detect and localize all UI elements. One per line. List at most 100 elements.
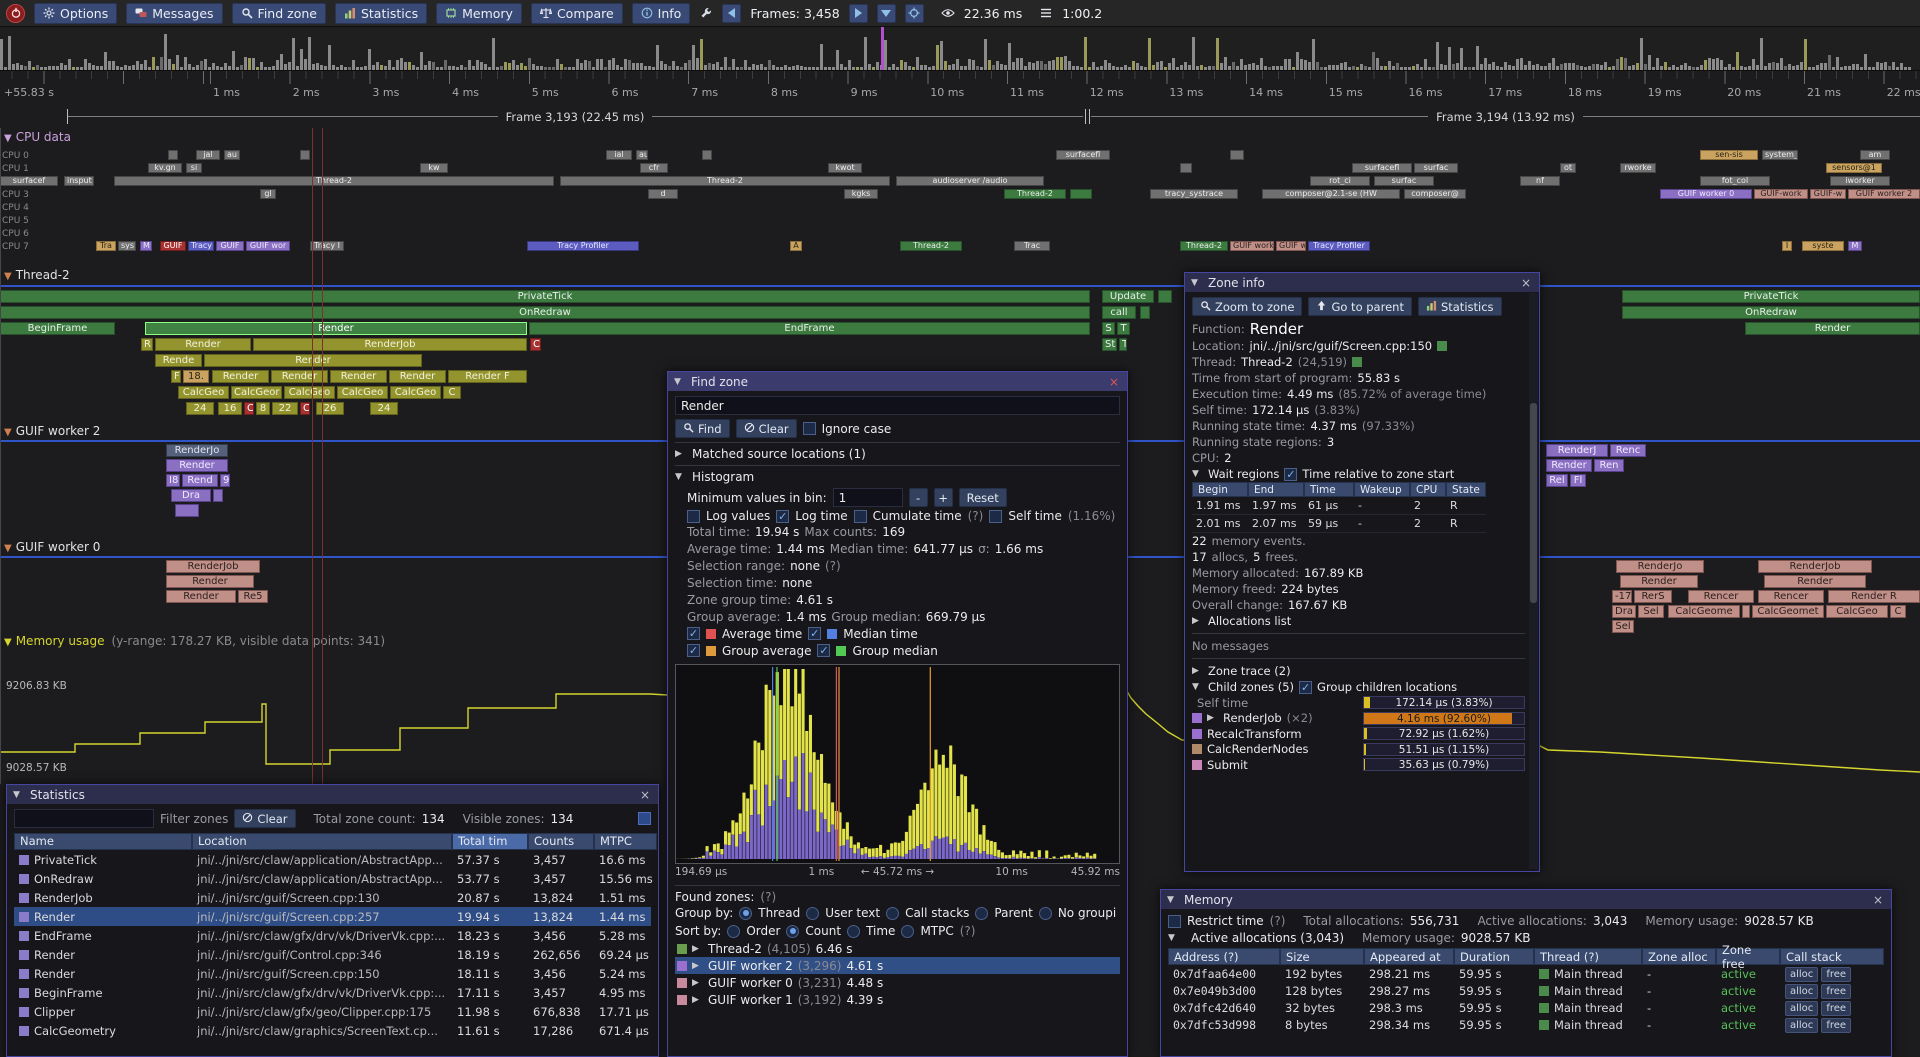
timeline-zone[interactable]: au bbox=[636, 150, 648, 160]
timeline-zone[interactable]: jal bbox=[196, 150, 220, 160]
collapse-icon[interactable]: ▼ bbox=[4, 637, 12, 648]
thread-header-2[interactable]: ▼GUIF worker 0 bbox=[4, 540, 100, 554]
timeline-zone[interactable]: GUIF worker 0 bbox=[1660, 189, 1752, 199]
timeline-zone[interactable] bbox=[1158, 290, 1172, 303]
timeline-zone[interactable]: d bbox=[648, 189, 678, 199]
child-zone-row[interactable]: Self time172.14 µs (3.83%) bbox=[1192, 695, 1525, 711]
memory-column-appeared-at[interactable]: Appeared at bbox=[1364, 948, 1454, 965]
sort-by-radio-count[interactable] bbox=[786, 925, 799, 938]
timeline-zone[interactable]: Render bbox=[145, 322, 527, 335]
timeline-zone[interactable]: RerS bbox=[1634, 590, 1672, 603]
table-row[interactable]: Renderjni/../jni/src/guif/Control.cpp:34… bbox=[14, 945, 651, 964]
timeline-zone[interactable]: Render bbox=[389, 370, 446, 383]
memory-column-zone-alloc[interactable]: Zone alloc bbox=[1642, 948, 1716, 965]
zone-group-row[interactable]: ▶Thread-2(4,105)6.46 s bbox=[675, 940, 1120, 957]
timeline-zone[interactable]: sen-sis bbox=[1700, 150, 1758, 160]
collapse-icon[interactable]: ▼ bbox=[675, 472, 686, 482]
collapse-icon[interactable]: ▼ bbox=[674, 377, 685, 387]
group-by-radio-call-stacks[interactable] bbox=[886, 907, 899, 920]
timeline-zone[interactable]: Render bbox=[166, 459, 228, 472]
filter-input[interactable] bbox=[14, 809, 154, 828]
timeline-zone[interactable]: OnRedraw bbox=[1622, 306, 1920, 319]
memory-usage-header[interactable]: ▼Memory usage(y-range: 178.27 KB, visibl… bbox=[4, 634, 385, 648]
timeline-zone[interactable]: Render bbox=[271, 370, 328, 383]
timeline-zone[interactable] bbox=[1140, 306, 1150, 319]
timeline-zone[interactable]: Render bbox=[1745, 322, 1920, 335]
wait-column-state[interactable]: State bbox=[1446, 482, 1486, 497]
timeline-zone[interactable]: St bbox=[1102, 338, 1117, 351]
expand-icon[interactable]: ▶ bbox=[692, 944, 703, 954]
timeline-zone[interactable]: ial bbox=[606, 150, 632, 160]
timeline-zone[interactable]: C bbox=[530, 338, 541, 351]
timeline-zone[interactable]: M bbox=[140, 241, 152, 251]
group-by-radio-no-groupi[interactable] bbox=[1039, 907, 1052, 920]
close-icon[interactable]: × bbox=[1107, 375, 1121, 389]
group-by-radio-user-text[interactable] bbox=[806, 907, 819, 920]
timeline-zone[interactable]: Thread-2 bbox=[1180, 241, 1228, 251]
collapse-icon[interactable]: ▼ bbox=[4, 427, 12, 438]
allocations-list-toggle[interactable]: ▶Allocations list bbox=[1192, 613, 1525, 629]
timeline-zone[interactable]: R bbox=[141, 338, 153, 351]
timeline-zone[interactable]: Render bbox=[1620, 575, 1698, 588]
timeline-zone[interactable]: CalcGeo bbox=[178, 386, 229, 399]
timeline-zone[interactable]: Trac bbox=[1014, 241, 1050, 251]
timeline-zone[interactable]: 26 bbox=[316, 402, 344, 415]
table-row[interactable]: BeginFramejni/../jni/src/claw/gfx/drv/vk… bbox=[14, 983, 651, 1002]
expand-icon[interactable]: ▶ bbox=[1207, 713, 1218, 723]
alloc-stack-button[interactable]: alloc bbox=[1785, 984, 1818, 999]
histogram-plot[interactable] bbox=[675, 664, 1120, 864]
timeline-zone[interactable]: BeginFrame bbox=[0, 322, 115, 335]
timeline-zone[interactable]: 9 bbox=[220, 474, 230, 487]
timeline-zone[interactable]: gl bbox=[260, 189, 276, 199]
timeline-zone[interactable]: Thread-2 bbox=[900, 241, 962, 251]
timeline-zone[interactable]: Tracy Profiler bbox=[1308, 241, 1370, 251]
memory-titlebar[interactable]: ▼ Memory × bbox=[1161, 890, 1891, 909]
wait-column-begin[interactable]: Begin bbox=[1192, 482, 1248, 497]
group-by-radio-thread[interactable] bbox=[739, 907, 752, 920]
collapse-icon[interactable]: ▼ bbox=[1192, 682, 1203, 692]
timeline-zone[interactable]: sensors@1 bbox=[1826, 163, 1882, 173]
table-row[interactable]: EndFramejni/../jni/src/claw/gfx/drv/vk/D… bbox=[14, 926, 651, 945]
timeline-zone[interactable] bbox=[213, 489, 223, 502]
memory-column-thread-[interactable]: Thread (?) bbox=[1534, 948, 1642, 965]
restrict-time-checkbox[interactable] bbox=[1168, 915, 1181, 928]
timeline-zone[interactable]: Thread-2 bbox=[560, 176, 890, 186]
legend-checkbox[interactable]: ✓ bbox=[817, 644, 830, 657]
timeline-zone[interactable]: 16 bbox=[218, 402, 242, 415]
memory-column-address-[interactable]: Address (?) bbox=[1168, 948, 1280, 965]
timeline-zone[interactable]: GUIF bbox=[160, 241, 186, 251]
child-zone-row[interactable]: CalcRenderNodes51.51 µs (1.15%) bbox=[1192, 742, 1525, 758]
timeline-zone[interactable]: surfac bbox=[1374, 176, 1434, 186]
column-header-location[interactable]: Location bbox=[192, 833, 452, 850]
table-row[interactable]: Renderjni/../jni/src/guif/Screen.cpp:257… bbox=[14, 907, 651, 926]
timeline-zone[interactable]: kw bbox=[420, 163, 448, 173]
matched-locations-toggle[interactable]: ▶Matched source locations (1) bbox=[675, 447, 1120, 461]
timeline-zone[interactable]: Rend bbox=[182, 474, 218, 487]
timeline-zone[interactable]: 24 bbox=[370, 402, 398, 415]
timeline-zone[interactable]: Dra bbox=[1612, 605, 1636, 618]
collapse-icon[interactable]: ▼ bbox=[1167, 895, 1178, 905]
alloc-stack-button[interactable]: alloc bbox=[1785, 1018, 1818, 1033]
wait-column-cpu[interactable]: CPU bbox=[1410, 482, 1446, 497]
find-button[interactable]: Find bbox=[675, 419, 730, 438]
timeline-zone[interactable]: Sel bbox=[1612, 620, 1634, 633]
timeline-zone[interactable]: RenderJ bbox=[1546, 444, 1608, 457]
timeline-zone[interactable]: kv.gn bbox=[148, 163, 182, 173]
cpu-data-header[interactable]: ▼CPU data bbox=[4, 130, 71, 144]
memory-column-duration[interactable]: Duration bbox=[1454, 948, 1534, 965]
timeline-zone[interactable]: RenderJo bbox=[1616, 560, 1704, 573]
timeline-zone[interactable]: Render bbox=[330, 370, 387, 383]
child-zone-row[interactable]: ▶RenderJob(×2)4.16 ms (92.60%) bbox=[1192, 711, 1525, 727]
wait-regions-header[interactable]: ▼Wait regions✓Time relative to zone star… bbox=[1192, 466, 1525, 482]
memory-column-size[interactable]: Size bbox=[1280, 948, 1364, 965]
table-row[interactable]: Clipperjni/../jni/src/claw/gfx/geo/Clipp… bbox=[14, 1002, 651, 1021]
sort-by-radio-time[interactable] bbox=[847, 925, 860, 938]
active-allocations-header[interactable]: ▼Active allocations (3,043)Memory usage:… bbox=[1168, 931, 1884, 945]
timeline-zone[interactable]: Rende bbox=[155, 354, 202, 367]
timeline-zone[interactable]: GUIF worker 2 bbox=[1230, 241, 1274, 251]
expand-icon[interactable]: ▶ bbox=[692, 995, 703, 1005]
zone-info-titlebar[interactable]: ▼ Zone info × bbox=[1185, 273, 1539, 292]
timeline-zone[interactable] bbox=[1230, 150, 1244, 160]
timeline-zone[interactable]: Render F bbox=[448, 370, 527, 383]
timeline-zone[interactable]: Tracy bbox=[188, 241, 214, 251]
